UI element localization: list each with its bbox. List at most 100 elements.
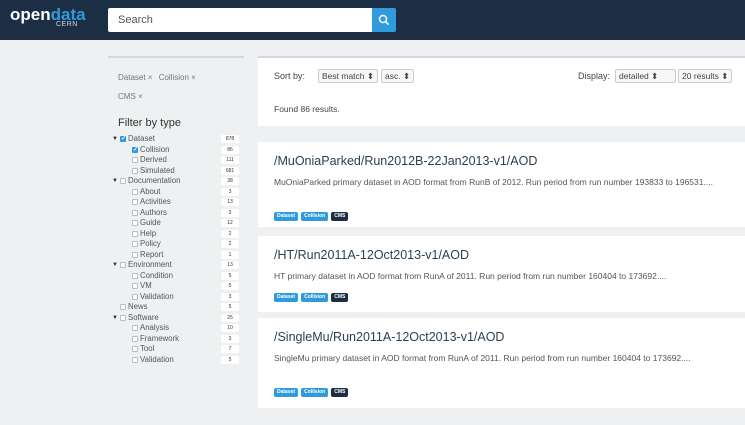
facet-count-badge: 681 [221, 166, 239, 175]
result-card: /SingleMu/Run2011A-12Oct2013-v1/AOD Sing… [258, 318, 745, 408]
display-label: Display: [578, 71, 611, 81]
facet-count-badge: 10 [221, 324, 239, 332]
search-button[interactable] [372, 8, 396, 32]
facet-checkbox[interactable] [132, 145, 138, 155]
facet-label: About [140, 186, 161, 196]
filter-chip-dataset[interactable]: Dataset × [118, 73, 152, 82]
results-count: Found 86 results. [274, 104, 340, 114]
facet-label: Report [140, 249, 164, 259]
facet-label: Validation [140, 291, 174, 301]
facet-item-software[interactable]: ▼ Software 25 [112, 313, 244, 324]
result-badges: Dataset Collision CMS [274, 388, 349, 397]
facet-checkbox[interactable] [120, 262, 126, 268]
facet-label: Condition [140, 270, 173, 280]
facet-item-framework[interactable]: Framework 3 [112, 334, 244, 345]
facet-item-vm[interactable]: VM 5 [112, 281, 244, 292]
facet-item-news[interactable]: News 5 [112, 302, 244, 313]
badge-collision[interactable]: Collision [301, 293, 329, 302]
result-description: MuOniaParked primary dataset in AOD form… [274, 177, 713, 187]
facet-checkbox[interactable] [120, 134, 126, 145]
facet-item-documentation[interactable]: ▼ Documentation 38 [112, 176, 244, 187]
facet-item-collision[interactable]: Collision 86 [112, 145, 244, 155]
facet-item-help[interactable]: Help 2 [112, 229, 244, 240]
sort-bar: Sort by: Best match ⬍ asc. ⬍ Display: de… [258, 56, 745, 126]
facet-label: Validation [140, 354, 174, 364]
filter-title: Filter by type [118, 117, 181, 129]
badge-cms[interactable]: CMS [331, 388, 349, 397]
facet-item-condition[interactable]: Condition 5 [112, 271, 244, 282]
facet-label: Derived [140, 155, 167, 164]
badge-dataset[interactable]: Dataset [274, 212, 299, 221]
facet-label: Environment [128, 260, 172, 269]
facet-item-about[interactable]: About 3 [112, 187, 244, 198]
chevron-down-icon[interactable]: ▼ [112, 260, 118, 271]
facet-checkbox[interactable] [132, 220, 138, 226]
facet-checkbox[interactable] [132, 293, 138, 300]
facet-item-tool[interactable]: Tool 7 [112, 344, 244, 355]
facet-item-policy[interactable]: Policy 2 [112, 239, 244, 250]
facet-checkbox[interactable] [132, 209, 138, 216]
facet-label: Authors [140, 207, 167, 217]
facet-count-badge: 3 [221, 208, 239, 217]
facet-checkbox[interactable] [132, 167, 138, 174]
facet-checkbox[interactable] [132, 188, 138, 195]
facet-item-environment[interactable]: ▼ Environment 13 [112, 260, 244, 271]
facet-checkbox[interactable] [132, 199, 138, 205]
facet-checkbox[interactable] [132, 272, 138, 279]
facet-item-validation[interactable]: Validation 5 [112, 355, 244, 366]
facet-label: Analysis [140, 323, 170, 332]
facet-checkbox[interactable] [120, 178, 126, 184]
facet-count-badge: 3 [221, 292, 239, 301]
badge-dataset[interactable]: Dataset [274, 388, 299, 397]
facet-label: Policy [140, 239, 161, 248]
facet-checkbox[interactable] [132, 230, 138, 237]
facet-item-dataset[interactable]: ▼ Dataset 878 [112, 134, 244, 145]
facet-checkbox[interactable] [132, 335, 138, 342]
facet-count-badge: 25 [221, 313, 239, 322]
facet-label: Software [128, 312, 159, 322]
facet-item-simulated[interactable]: Simulated 681 [112, 166, 244, 177]
facet-label: VM [140, 281, 152, 290]
facet-checkbox[interactable] [132, 283, 138, 289]
facet-checkbox[interactable] [132, 157, 138, 163]
sort-order-select[interactable]: asc. ⬍ [381, 69, 415, 83]
badge-collision[interactable]: Collision [301, 388, 329, 397]
facet-label: Dataset [128, 134, 155, 143]
facet-count-badge: 5 [221, 303, 239, 311]
facet-checkbox[interactable] [120, 314, 126, 321]
display-mode-select[interactable]: detailed ⬍ [615, 69, 676, 83]
result-title-link[interactable]: /MuOniaParked/Run2012B-22Jan2013-v1/AOD [274, 154, 537, 168]
facet-item-validation[interactable]: Validation 3 [112, 292, 244, 303]
filter-chip-cms[interactable]: CMS × [118, 92, 143, 101]
facet-item-report[interactable]: Report 1 [112, 250, 244, 261]
page-size-select[interactable]: 20 results ⬍ [678, 69, 733, 83]
facet-item-derived[interactable]: Derived 111 [112, 155, 244, 166]
facet-item-guide[interactable]: Guide 12 [112, 218, 244, 229]
sort-label: Sort by: [274, 71, 306, 81]
facet-item-analysis[interactable]: Analysis 10 [112, 323, 244, 334]
top-navbar: opendata CERN [0, 0, 745, 40]
result-title-link[interactable]: /HT/Run2011A-12Oct2013-v1/AOD [274, 248, 469, 262]
filter-chip-collision[interactable]: Collision × [159, 73, 196, 82]
facet-checkbox[interactable] [132, 356, 138, 363]
search-input[interactable] [108, 8, 372, 32]
badge-collision[interactable]: Collision [301, 212, 329, 221]
facet-checkbox[interactable] [132, 346, 138, 352]
facet-item-activities[interactable]: Activities 13 [112, 197, 244, 208]
result-badges: Dataset Collision CMS [274, 212, 349, 221]
badge-dataset[interactable]: Dataset [274, 293, 299, 302]
facet-checkbox[interactable] [132, 251, 138, 258]
facet-checkbox[interactable] [132, 325, 138, 331]
chevron-down-icon[interactable]: ▼ [112, 134, 118, 145]
facet-label: Guide [140, 218, 161, 227]
result-title-link[interactable]: /SingleMu/Run2011A-12Oct2013-v1/AOD [274, 330, 504, 344]
facet-item-authors[interactable]: Authors 3 [112, 208, 244, 219]
facet-count-badge: 13 [221, 261, 239, 269]
chevron-down-icon[interactable]: ▼ [112, 313, 118, 324]
badge-cms[interactable]: CMS [331, 212, 349, 221]
chevron-down-icon[interactable]: ▼ [112, 176, 118, 187]
facet-checkbox[interactable] [132, 241, 138, 247]
facet-checkbox[interactable] [120, 304, 126, 310]
badge-cms[interactable]: CMS [331, 293, 349, 302]
sort-by-select[interactable]: Best match ⬍ [318, 69, 379, 83]
